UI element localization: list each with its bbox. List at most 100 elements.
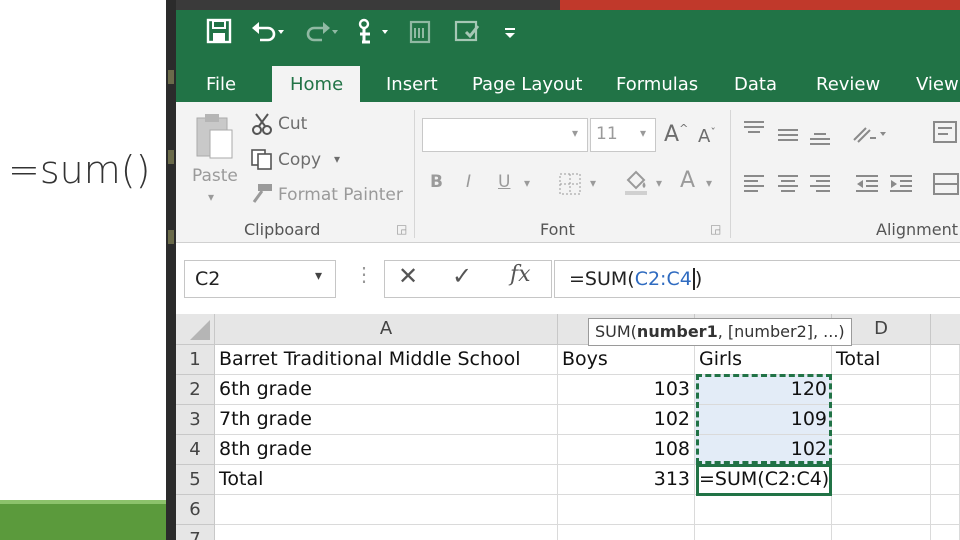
redo-icon[interactable] (304, 18, 338, 46)
name-box[interactable]: C2 ▾ (184, 260, 336, 298)
cell-e4[interactable] (931, 435, 960, 465)
cell-b5[interactable]: 313 (558, 465, 695, 495)
formula-bar-handle-icon[interactable]: ⋮ (354, 262, 374, 287)
cell-e7[interactable] (931, 525, 960, 540)
copy-button[interactable]: Copy (278, 150, 321, 170)
cell-e1[interactable] (931, 345, 960, 375)
clipboard-icon[interactable] (408, 18, 434, 46)
cell-b1[interactable]: Boys (558, 345, 695, 375)
row-header[interactable]: 2 (176, 375, 215, 405)
cell-d6[interactable] (832, 495, 931, 525)
cell-a1[interactable]: Barret Traditional Middle School (215, 345, 558, 375)
cell-c7[interactable] (695, 525, 832, 540)
tab-insert[interactable]: Insert (386, 74, 438, 95)
cell-a6[interactable] (215, 495, 558, 525)
cell-e2[interactable] (931, 375, 960, 405)
underline-dropdown-icon[interactable]: ▾ (524, 176, 530, 190)
tab-file[interactable]: File (206, 74, 236, 95)
tab-review[interactable]: Review (816, 74, 880, 95)
align-left-icon[interactable] (742, 174, 766, 199)
align-top-icon[interactable] (742, 120, 766, 145)
decrease-font-icon[interactable]: Aˇ (698, 126, 716, 147)
row-header[interactable]: 6 (176, 495, 215, 525)
save-icon[interactable] (206, 18, 232, 46)
worksheet-grid[interactable]: A B C D SUM(number1, [number2], ...) 1 B… (176, 314, 960, 540)
paste-button[interactable]: Paste (192, 166, 238, 186)
cell-b4[interactable]: 108 (558, 435, 695, 465)
enter-icon[interactable]: ✓ (452, 262, 472, 291)
tab-formulas[interactable]: Formulas (616, 74, 698, 95)
cell-a7[interactable] (215, 525, 558, 540)
insert-function-icon[interactable]: fx (510, 262, 531, 287)
cell-d7[interactable] (832, 525, 931, 540)
font-color-dropdown-icon[interactable]: ▾ (706, 176, 712, 190)
paste-dropdown-icon[interactable]: ▾ (208, 190, 214, 204)
select-all-button[interactable] (176, 314, 215, 345)
row-header[interactable]: 7 (176, 525, 215, 540)
copy-icon[interactable] (250, 148, 274, 175)
cell-c1[interactable]: Girls (695, 345, 832, 375)
cell-a5[interactable]: Total (215, 465, 558, 495)
cell-d5[interactable] (832, 465, 931, 495)
bold-button[interactable]: B (430, 172, 443, 192)
borders-dropdown-icon[interactable]: ▾ (590, 176, 596, 190)
copy-dropdown-icon[interactable]: ▾ (334, 152, 340, 166)
cell-e3[interactable] (931, 405, 960, 435)
increase-font-icon[interactable]: A^ (664, 122, 688, 147)
formula-input[interactable]: =SUM(C2:C4) (554, 260, 960, 298)
wrap-text-icon[interactable] (932, 120, 960, 149)
customize-qat-icon[interactable] (502, 18, 518, 46)
row-header[interactable]: 4 (176, 435, 215, 465)
cell-d3[interactable] (832, 405, 931, 435)
font-launcher-icon[interactable]: ◲ (710, 222, 721, 236)
tab-view[interactable]: View (916, 74, 959, 95)
tab-page-layout[interactable]: Page Layout (472, 74, 583, 95)
tab-data[interactable]: Data (734, 74, 777, 95)
row-header[interactable]: 1 (176, 345, 215, 375)
cell-b2[interactable]: 103 (558, 375, 695, 405)
cell-d1[interactable]: Total (832, 345, 931, 375)
fill-color-icon[interactable] (622, 168, 650, 201)
increase-indent-icon[interactable] (888, 174, 914, 199)
italic-button[interactable]: I (466, 172, 471, 192)
borders-icon[interactable] (558, 172, 582, 201)
font-name-field[interactable] (422, 118, 588, 152)
row-header[interactable]: 5 (176, 465, 215, 495)
cell-d2[interactable] (832, 375, 931, 405)
font-color-icon[interactable]: A (680, 168, 695, 193)
cell-b3[interactable]: 102 (558, 405, 695, 435)
cell-d4[interactable] (832, 435, 931, 465)
align-bottom-icon[interactable] (808, 128, 832, 153)
font-name-dropdown-icon[interactable]: ▾ (572, 126, 578, 140)
cell-a3[interactable]: 7th grade (215, 405, 558, 435)
fill-color-dropdown-icon[interactable]: ▾ (656, 176, 662, 190)
align-right-icon[interactable] (808, 174, 832, 199)
paste-icon[interactable] (194, 112, 236, 165)
cell-b6[interactable] (558, 495, 695, 525)
column-header-a[interactable]: A (215, 314, 558, 345)
cell-a4[interactable]: 8th grade (215, 435, 558, 465)
cell-e5[interactable] (931, 465, 960, 495)
cell-e6[interactable] (931, 495, 960, 525)
column-header-e[interactable] (931, 314, 960, 345)
align-center-icon[interactable] (776, 174, 800, 199)
touch-mode-icon[interactable] (354, 18, 390, 46)
cut-button[interactable]: Cut (278, 114, 307, 134)
font-size-dropdown-icon[interactable]: ▾ (640, 126, 646, 140)
undo-icon[interactable] (250, 18, 284, 46)
cell-a2[interactable]: 6th grade (215, 375, 558, 405)
align-middle-icon[interactable] (776, 126, 800, 151)
check-document-icon[interactable] (454, 18, 482, 46)
row-header[interactable]: 3 (176, 405, 215, 435)
orientation-icon[interactable] (852, 122, 888, 151)
format-painter-button[interactable]: Format Painter (278, 185, 403, 205)
scissors-icon[interactable] (252, 112, 274, 141)
clipboard-launcher-icon[interactable]: ◲ (396, 222, 407, 236)
merge-center-icon[interactable] (932, 172, 960, 201)
format-painter-icon[interactable] (250, 182, 274, 209)
underline-button[interactable]: U (498, 172, 510, 192)
decrease-indent-icon[interactable] (854, 174, 880, 199)
cell-b7[interactable] (558, 525, 695, 540)
tab-home[interactable]: Home (290, 74, 343, 95)
name-box-dropdown-icon[interactable]: ▾ (315, 267, 322, 284)
